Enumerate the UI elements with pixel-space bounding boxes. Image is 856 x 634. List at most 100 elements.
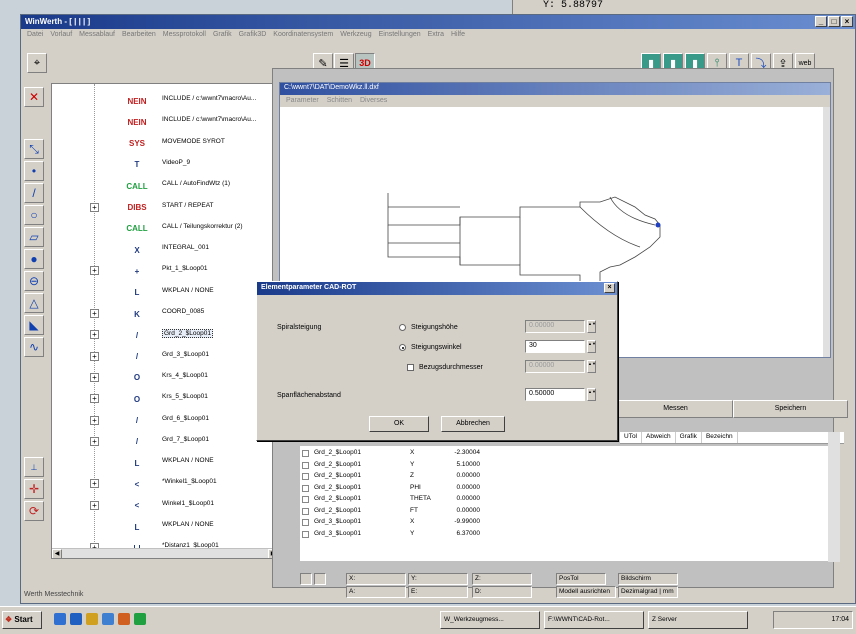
- tree-item[interactable]: + / Grd_6_$Loop01: [52, 410, 280, 432]
- tree-item[interactable]: + O Krs_4_$Loop01: [52, 367, 280, 389]
- result-row-checkbox[interactable]: [302, 450, 309, 457]
- dialog-close-button[interactable]: ×: [604, 283, 615, 293]
- tree-item[interactable]: + / Grd_2_$Loop01: [52, 324, 280, 346]
- quicklaunch-ie-icon[interactable]: [70, 613, 82, 625]
- menu-grafik3d[interactable]: Grafik3D: [239, 31, 267, 41]
- tree-item[interactable]: + / Grd_3_$Loop01: [52, 346, 280, 368]
- tree-item[interactable]: + + Pkt_1_$Loop01: [52, 260, 280, 282]
- tree-expand-toggle[interactable]: +: [90, 394, 99, 404]
- dialog-title-bar[interactable]: Elementparameter CAD-ROT ×: [257, 282, 617, 295]
- cylinder-button[interactable]: ⊖: [24, 271, 44, 291]
- task-cad-rot[interactable]: F:\WWNT\CAD-Rot...: [544, 611, 644, 629]
- quicklaunch-folder-icon[interactable]: [86, 613, 98, 625]
- angle-input[interactable]: 30: [525, 340, 585, 353]
- result-row[interactable]: Grd_2_$Loop01 THETA 0.00000: [300, 494, 830, 505]
- cancel-button[interactable]: Abbrechen: [441, 416, 505, 432]
- cad-menu-parameter[interactable]: Parameter: [286, 97, 319, 105]
- result-row-checkbox[interactable]: [302, 507, 309, 515]
- tree-expand-toggle[interactable]: +: [90, 202, 99, 212]
- plane-select-button[interactable]: ⊥: [24, 457, 44, 477]
- move-button[interactable]: ✛: [24, 479, 44, 499]
- tree-item[interactable]: SYS MOVEMODE SYROT: [52, 133, 280, 155]
- result-row[interactable]: Grd_2_$Loop01 X -2.30004: [300, 448, 830, 459]
- radio-angle[interactable]: [399, 344, 406, 351]
- quicklaunch-media-icon[interactable]: [118, 613, 130, 625]
- coordinate-tool-button[interactable]: ⌖: [27, 53, 47, 73]
- tree-expand-toggle[interactable]: +: [90, 266, 99, 276]
- result-row-checkbox[interactable]: [302, 473, 309, 480]
- cad-window-title-bar[interactable]: C:\wwnt7\DAT\DemoWkz.ll.dxf: [280, 83, 830, 95]
- tab-messen[interactable]: Messen: [618, 400, 733, 418]
- modell-ausrichten-field[interactable]: Modell ausrichten: [556, 586, 616, 598]
- height-input[interactable]: 0.00000: [525, 320, 585, 333]
- angle-spinner[interactable]: ▲▼: [587, 340, 596, 353]
- ok-button[interactable]: OK: [369, 416, 429, 432]
- tree-expand-toggle[interactable]: +: [90, 372, 99, 382]
- start-button[interactable]: ❖ Start: [2, 611, 42, 629]
- cone-button[interactable]: △: [24, 293, 44, 313]
- tree-expand-toggle[interactable]: +: [90, 479, 99, 489]
- result-row[interactable]: Grd_2_$Loop01 Z 0.00000: [300, 471, 830, 482]
- minimize-button[interactable]: _: [815, 16, 827, 27]
- ref-dia-input[interactable]: 0.00000: [525, 360, 585, 373]
- menu-werkzeug[interactable]: Werkzeug: [340, 31, 371, 41]
- menu-hilfe[interactable]: Hilfe: [451, 31, 465, 41]
- result-row[interactable]: Grd_3_$Loop01 Y 6.37000: [300, 529, 830, 540]
- task-werkzeugmess[interactable]: W_Werkzeugmess...: [440, 611, 540, 629]
- dezimalgrad-field[interactable]: Dezimalgrad | mm: [618, 586, 678, 598]
- flank-input[interactable]: 0.50000: [525, 388, 585, 401]
- col-abweich[interactable]: Abweich: [642, 432, 676, 443]
- tree-item[interactable]: + DIBS START / REPEAT: [52, 197, 280, 219]
- rotate-button[interactable]: ⟳: [24, 501, 44, 521]
- plane-button[interactable]: ▱: [24, 227, 44, 247]
- maximize-button[interactable]: □: [828, 16, 840, 27]
- result-scrollbar[interactable]: [828, 432, 840, 562]
- result-row[interactable]: Grd_2_$Loop01 PHI 0.00000: [300, 483, 830, 494]
- result-row-checkbox[interactable]: [302, 496, 309, 503]
- menu-datei[interactable]: Datei: [27, 31, 43, 41]
- quicklaunch-desktop-icon[interactable]: [54, 613, 66, 625]
- tree-item[interactable]: T VideoP_9: [52, 154, 280, 176]
- tree-expand-toggle[interactable]: +: [90, 309, 99, 318]
- tab-speichern[interactable]: Speichern: [733, 400, 848, 418]
- tree-horizontal-scrollbar[interactable]: ◀ ▶: [52, 548, 288, 558]
- result-row-checkbox[interactable]: [302, 461, 309, 469]
- point-button[interactable]: •: [24, 161, 44, 181]
- tree-expand-toggle[interactable]: +: [90, 436, 99, 446]
- cad-menu-schitten[interactable]: Schitten: [327, 97, 352, 105]
- result-row[interactable]: Grd_3_$Loop01 X -9.99000: [300, 517, 830, 528]
- flank-spinner[interactable]: ▲▼: [587, 388, 596, 401]
- quicklaunch-search-icon[interactable]: [102, 613, 114, 625]
- tree-item[interactable]: + O Krs_5_$Loop01: [52, 388, 280, 410]
- menu-extra[interactable]: Extra: [428, 31, 444, 41]
- quicklaunch-app-icon[interactable]: [134, 613, 146, 625]
- title-bar[interactable]: WinWerth - [ | | | ] _ □ ×: [21, 15, 855, 29]
- result-row[interactable]: Grd_2_$Loop01 FT 0.00000: [300, 506, 830, 517]
- result-row-checkbox[interactable]: [302, 484, 309, 492]
- menu-einstellungen[interactable]: Einstellungen: [379, 31, 421, 41]
- tree-item[interactable]: + K COORD_0085: [52, 303, 280, 325]
- ref-dia-checkbox[interactable]: [407, 364, 414, 371]
- menu-koordinatensystem[interactable]: Koordinatensystem: [273, 31, 333, 41]
- curve-button[interactable]: ∿: [24, 337, 44, 357]
- tree-expand-toggle[interactable]: +: [90, 415, 99, 425]
- auto-element-button[interactable]: ⤡: [24, 139, 44, 159]
- circle-button[interactable]: ○: [24, 205, 44, 225]
- menu-bearbeiten[interactable]: Bearbeiten: [122, 31, 156, 41]
- tree-item[interactable]: CALL CALL / AutoFindWtz (1): [52, 175, 280, 197]
- coord-toggle-1[interactable]: [300, 573, 312, 585]
- tree-item[interactable]: X INTEGRAL_001: [52, 239, 280, 261]
- tree-expand-toggle[interactable]: +: [90, 330, 99, 340]
- menu-grafik[interactable]: Grafik: [213, 31, 232, 41]
- menu-messprotokoll[interactable]: Messprotokoll: [163, 31, 206, 41]
- cad-menu-diverses[interactable]: Diverses: [360, 97, 387, 105]
- coord-toggle-2[interactable]: [314, 573, 326, 585]
- tree-expand-toggle[interactable]: +: [90, 351, 99, 361]
- result-row-checkbox[interactable]: [302, 530, 309, 538]
- tree-item[interactable]: + < *Winkel1_$Loop01: [52, 473, 280, 495]
- tree-item[interactable]: NEIN INCLUDE / c:\wwnt7\macro\Au...: [52, 90, 280, 112]
- tree-item[interactable]: + / Grd_7_$Loop01: [52, 431, 280, 453]
- radio-height[interactable]: [399, 324, 406, 331]
- tree-item[interactable]: NEIN INCLUDE / c:\wwnt7\macro\Au...: [52, 111, 280, 133]
- cancel-tool-button[interactable]: ✕: [24, 87, 44, 107]
